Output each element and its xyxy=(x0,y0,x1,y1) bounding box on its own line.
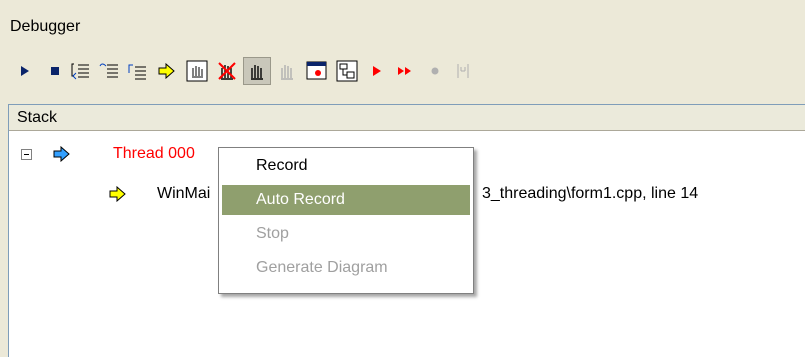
diagram-button[interactable] xyxy=(334,58,360,84)
record-stop-icon xyxy=(431,67,439,75)
stack-column-header[interactable]: Stack xyxy=(9,105,805,131)
window-title: Debugger xyxy=(10,18,81,35)
record-play-icon xyxy=(373,66,381,76)
stack-frame-name[interactable]: WinMai xyxy=(157,185,210,203)
breakpoint-hand-button[interactable] xyxy=(243,57,271,85)
stack-header-label: Stack xyxy=(17,109,58,126)
step-into-button[interactable] xyxy=(68,58,94,84)
record-play-button[interactable] xyxy=(364,58,390,84)
menu-item-auto-record[interactable]: Auto Record xyxy=(222,185,470,215)
record-step-icon xyxy=(457,64,469,78)
clear-breakpoints-button[interactable] xyxy=(214,58,240,84)
debugger-toolbar xyxy=(12,57,792,88)
menu-item-generate-diagram: Generate Diagram xyxy=(256,259,388,276)
stack-frame-arrow-icon xyxy=(109,186,126,202)
step-into-icon xyxy=(71,63,89,80)
menu-item-record[interactable]: Record xyxy=(222,151,470,181)
hand-disabled-button xyxy=(274,58,300,84)
collapse-expander[interactable] xyxy=(21,149,32,160)
diagram-icon xyxy=(336,60,358,82)
stop-icon xyxy=(51,67,59,75)
step-over-icon xyxy=(99,63,118,78)
step-over-button[interactable] xyxy=(96,58,122,84)
clear-breakpoints-icon xyxy=(218,62,236,80)
context-menu: Record Auto Record Stop Generate Diagram xyxy=(218,147,474,294)
record-fast-forward-icon xyxy=(398,67,411,75)
stop-button[interactable] xyxy=(42,58,68,84)
toggle-breakpoint-button[interactable] xyxy=(184,58,210,84)
run-button[interactable] xyxy=(12,58,38,84)
watch-window-icon xyxy=(306,61,327,80)
show-next-statement-icon xyxy=(158,63,175,79)
record-step-button xyxy=(450,58,476,84)
hand-breakpoint-icon xyxy=(251,65,263,80)
hand-disabled-icon xyxy=(281,65,293,80)
current-thread-arrow-icon xyxy=(53,146,70,162)
thread-node-label[interactable]: Thread 000 xyxy=(113,145,195,163)
menu-item-stop: Stop xyxy=(256,225,289,242)
record-stop-button xyxy=(422,58,448,84)
step-out-button[interactable] xyxy=(124,58,150,84)
toggle-breakpoint-icon xyxy=(186,60,208,82)
record-fast-forward-button[interactable] xyxy=(392,58,418,84)
show-next-statement-button[interactable] xyxy=(154,58,180,84)
step-out-icon xyxy=(128,64,146,80)
stack-frame-location[interactable]: 3_threading\form1.cpp, line 14 xyxy=(482,185,698,203)
run-icon xyxy=(21,66,29,76)
watch-window-button[interactable] xyxy=(304,58,330,84)
